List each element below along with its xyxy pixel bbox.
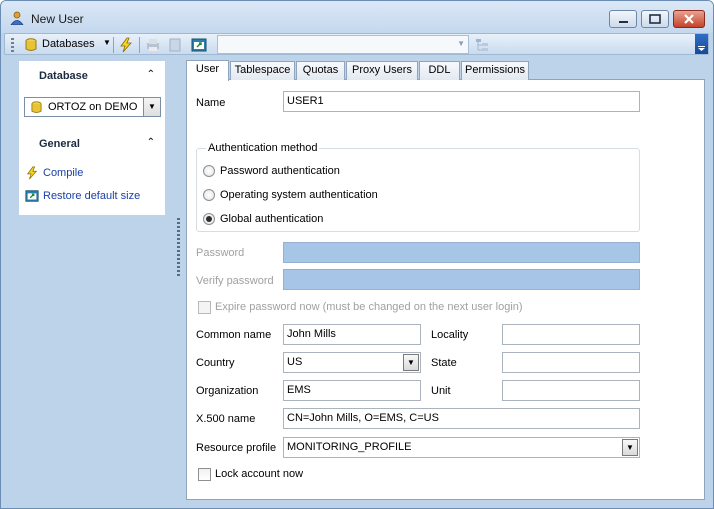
- country-label: Country: [196, 357, 235, 369]
- state-input[interactable]: [502, 352, 640, 373]
- tab-quotas-label: Quotas: [302, 64, 339, 76]
- toolbar-grip[interactable]: [11, 38, 14, 52]
- expire-password-checkbox[interactable]: [198, 301, 211, 314]
- country-dropdown-button[interactable]: ▼: [403, 354, 419, 371]
- unit-label: Unit: [431, 385, 451, 397]
- locality-label: Locality: [431, 329, 469, 341]
- toolbar-separator: [113, 37, 114, 53]
- authentication-method-title: Authentication method: [206, 142, 320, 154]
- state-label: State: [431, 357, 457, 369]
- os-authentication-label[interactable]: Operating system authentication: [220, 189, 378, 201]
- close-button[interactable]: [673, 10, 705, 28]
- collapse-up-icon[interactable]: ⌃: [147, 137, 155, 148]
- chevron-down-icon: [698, 46, 705, 51]
- chevron-down-icon: ▼: [103, 38, 111, 47]
- chevron-down-icon: ▼: [457, 39, 465, 48]
- close-icon: [684, 14, 694, 24]
- tab-quotas[interactable]: Quotas: [296, 61, 345, 80]
- window-title: New User: [31, 12, 84, 26]
- unit-input[interactable]: [502, 380, 640, 401]
- password-label: Password: [196, 247, 245, 259]
- lightning-icon: [26, 166, 38, 180]
- tab-ddl[interactable]: DDL: [419, 61, 460, 80]
- print-icon[interactable]: [145, 37, 161, 53]
- general-section-title: General: [39, 138, 80, 150]
- tree-view-icon[interactable]: [474, 37, 490, 53]
- lightning-icon[interactable]: [118, 37, 134, 53]
- os-authentication-radio[interactable]: [203, 189, 215, 201]
- tab-user-label: User: [195, 63, 220, 75]
- toolbar-separator: [139, 37, 140, 53]
- chevron-down-icon: ▼: [407, 358, 415, 367]
- x500-name-label: X.500 name: [196, 413, 256, 425]
- restore-default-size-link[interactable]: Restore default size: [25, 189, 140, 203]
- maximize-icon: [649, 14, 661, 24]
- toolbar-overflow-button[interactable]: [695, 34, 708, 54]
- panel-splitter[interactable]: [177, 218, 180, 278]
- password-authentication-radio[interactable]: [203, 165, 215, 177]
- user-icon: [10, 11, 24, 25]
- lock-account-label[interactable]: Lock account now: [215, 468, 303, 480]
- general-section-header[interactable]: General ⌃: [19, 131, 165, 155]
- collapse-up-icon[interactable]: ⌃: [147, 69, 155, 80]
- tab-proxy-users-label: Proxy Users: [352, 64, 412, 76]
- verify-password-input[interactable]: [283, 269, 640, 290]
- resource-profile-dropdown-button[interactable]: ▼: [622, 439, 638, 456]
- expire-password-label: Expire password now (must be changed on …: [215, 301, 523, 313]
- resource-profile-select[interactable]: MONITORING_PROFILE ▼: [283, 437, 640, 458]
- tab-permissions-label: Permissions: [465, 64, 525, 76]
- database-dropdown-button[interactable]: ▼: [143, 98, 160, 116]
- verify-password-label: Verify password: [196, 275, 274, 287]
- database-section-header[interactable]: Database ⌃: [19, 63, 165, 87]
- global-authentication-label[interactable]: Global authentication: [220, 213, 323, 225]
- x500-name-input[interactable]: CN=John Mills, O=EMS, C=US: [283, 408, 640, 429]
- organization-input[interactable]: EMS: [283, 380, 421, 401]
- tab-tablespace[interactable]: Tablespace: [230, 61, 295, 80]
- resource-profile-value: MONITORING_PROFILE: [287, 441, 412, 453]
- chevron-down-icon: ▼: [626, 443, 634, 452]
- tab-ddl-label: DDL: [428, 64, 451, 76]
- restore-default-size-label: Restore default size: [43, 189, 141, 202]
- resource-profile-label: Resource profile: [196, 442, 277, 454]
- tab-proxy-users[interactable]: Proxy Users: [346, 61, 418, 80]
- country-value: US: [287, 356, 303, 368]
- minimize-icon: [619, 21, 628, 23]
- database-icon: [25, 38, 37, 51]
- tab-tablespace-label: Tablespace: [234, 64, 291, 76]
- new-user-window: New User Databases ▼ ▼ Database ⌃ ORTOZ …: [0, 0, 714, 509]
- global-authentication-radio[interactable]: [203, 213, 215, 225]
- database-section-title: Database: [39, 70, 88, 82]
- minimize-button[interactable]: [609, 10, 637, 28]
- name-label: Name: [196, 97, 226, 109]
- title-bar[interactable]: New User: [1, 1, 713, 33]
- password-input[interactable]: [283, 242, 640, 263]
- compile-link-label: Compile: [43, 166, 84, 179]
- compile-link[interactable]: Compile: [25, 166, 83, 180]
- tab-user[interactable]: User: [186, 60, 229, 81]
- database-selector[interactable]: ORTOZ on DEMO ▼: [24, 97, 161, 117]
- tab-permissions[interactable]: Permissions: [461, 61, 529, 80]
- country-select[interactable]: US ▼: [283, 352, 421, 373]
- common-name-input[interactable]: John Mills: [283, 324, 421, 345]
- lock-account-checkbox[interactable]: [198, 468, 211, 481]
- window-size-icon[interactable]: [191, 37, 207, 53]
- organization-label: Organization: [196, 385, 259, 397]
- navigation-panel: Database ⌃ ORTOZ on DEMO ▼ General ⌃ Com…: [19, 61, 165, 215]
- maximize-button[interactable]: [641, 10, 669, 28]
- chevron-down-icon: ▼: [148, 102, 156, 111]
- toolbar: Databases ▼ ▼: [4, 33, 709, 55]
- name-input[interactable]: USER1: [283, 91, 640, 112]
- object-search-combo[interactable]: ▼: [217, 35, 469, 54]
- password-authentication-label[interactable]: Password authentication: [220, 165, 340, 177]
- databases-label: Databases: [42, 38, 95, 50]
- document-icon[interactable]: [167, 37, 183, 53]
- selected-database: ORTOZ on DEMO: [48, 101, 138, 113]
- database-icon: [31, 101, 42, 113]
- common-name-label: Common name: [196, 329, 272, 341]
- locality-input[interactable]: [502, 324, 640, 345]
- restore-size-icon: [25, 190, 39, 202]
